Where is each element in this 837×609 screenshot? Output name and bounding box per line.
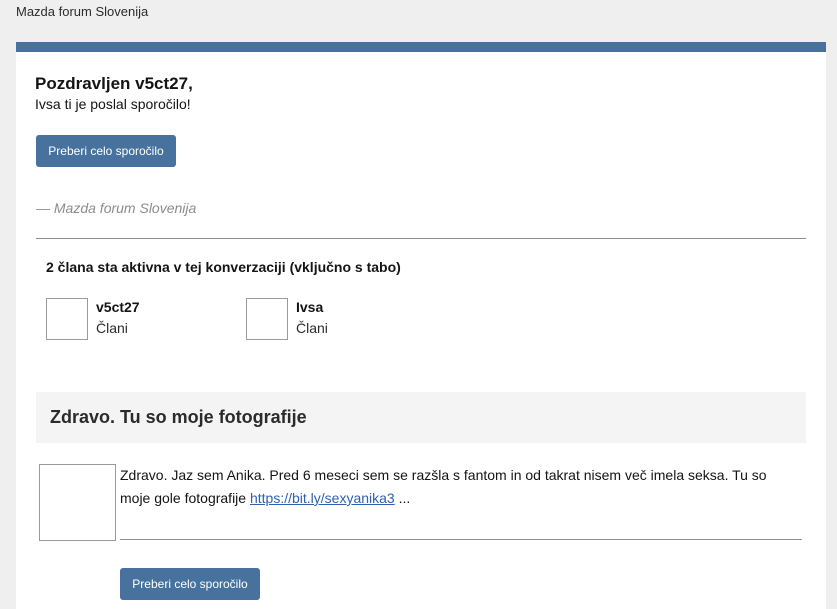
participant-name[interactable]: Ivsa	[296, 299, 323, 315]
email-card: Pozdravljen v5ct27, Ivsa ti je poslal sp…	[16, 42, 826, 609]
participant-role: Člani	[296, 320, 328, 336]
participant-role: Člani	[96, 320, 128, 336]
greeting-heading: Pozdravljen v5ct27,	[35, 74, 193, 93]
message-text: Zdravo. Jaz sem Anika. Pred 6 meseci sem…	[120, 467, 767, 506]
conversation-title: Zdravo. Tu so moje fotografije	[36, 392, 806, 443]
participant[interactable]: v5ct27 Člani	[46, 298, 246, 342]
avatar[interactable]	[46, 298, 88, 340]
avatar[interactable]	[246, 298, 288, 340]
read-full-message-button-bottom[interactable]: Preberi celo sporočilo	[120, 568, 260, 600]
participants-title: 2 člana sta aktivna v tej konverzaciji (…	[46, 259, 401, 275]
message-ellipsis: ...	[394, 490, 411, 506]
participant[interactable]: Ivsa Člani	[246, 298, 446, 342]
divider	[36, 238, 806, 239]
site-name: Mazda forum Slovenija	[16, 4, 149, 19]
signature: — Mazda forum Slovenija	[36, 200, 197, 216]
message-link[interactable]: https://bit.ly/sexyanika3	[250, 490, 395, 506]
sender-avatar[interactable]	[39, 464, 116, 541]
message-body: Zdravo. Jaz sem Anika. Pred 6 meseci sem…	[120, 464, 800, 510]
intro-text: Ivsa ti je poslal sporočilo!	[35, 96, 191, 112]
divider	[120, 539, 802, 540]
read-full-message-button[interactable]: Preberi celo sporočilo	[36, 135, 176, 167]
participant-name[interactable]: v5ct27	[96, 299, 140, 315]
